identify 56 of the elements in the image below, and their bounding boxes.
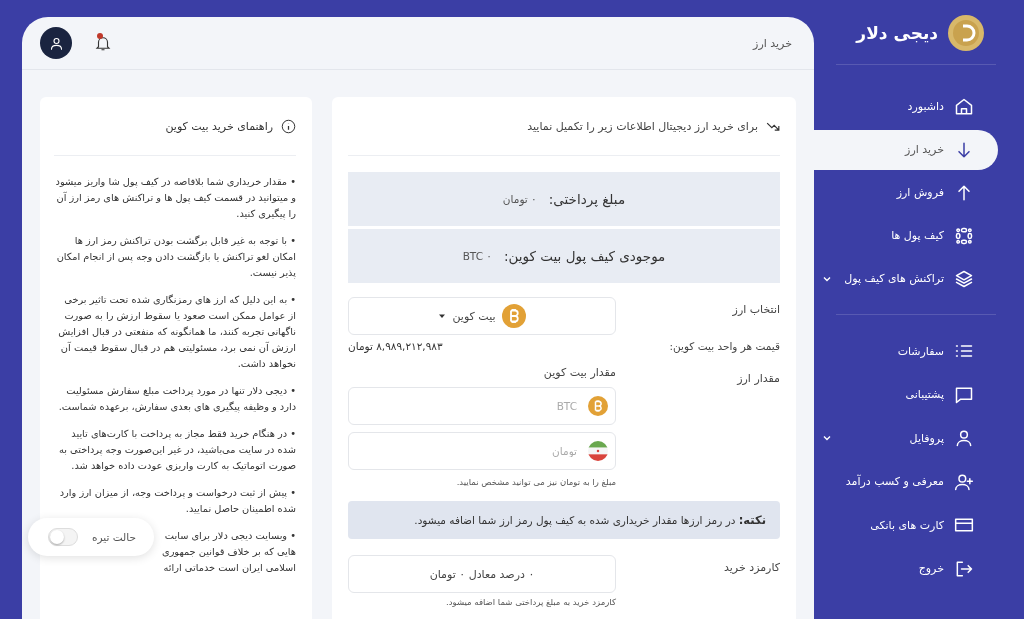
price-label: قیمت هر واحد بیت کوین:	[669, 340, 780, 352]
home-icon	[954, 96, 974, 117]
summary-value: ۰ تومان	[502, 193, 537, 205]
sidebar-item[interactable]: خروج	[814, 548, 998, 589]
sidebar-item[interactable]: معرفی و کسب درآمد	[814, 461, 998, 502]
bell-icon	[94, 34, 112, 52]
sidebar-item[interactable]: خرید ارز	[814, 129, 998, 170]
field-label: مقدار ارز	[735, 371, 780, 387]
info-icon	[281, 118, 296, 134]
grid-dots-icon	[954, 225, 974, 246]
coin-logo-icon	[948, 15, 984, 51]
summary-label: مبلغ پرداختی:	[548, 191, 626, 207]
notification-bell[interactable]	[94, 34, 112, 52]
field-label: انتخاب ارز	[731, 302, 780, 318]
amount-field[interactable]: BTC	[348, 387, 616, 425]
sidebar-item[interactable]: فروش ارز	[814, 172, 998, 213]
page-title: خرید ارز	[751, 36, 792, 50]
help-paragraph: • به این دلیل که ارز های رمزنگاری شده تحت تاثیر برخی از عوامل ممکن است صعود یا سقوط ارزش را به صورت ناگهانی تجربه کنند، ما همانگونه که منفعتی در قبال افزایش ارزش آن نمی برد، مسئولیتی هم در قبال سقوط قیمت آن نخواهد داشت.	[57, 293, 296, 371]
dark-mode-label: حالت تیره	[92, 531, 136, 543]
help-title: راهنمای خرید بیت کوین	[165, 119, 273, 133]
avatar-button[interactable]	[40, 27, 72, 59]
sidebar-item[interactable]: کارت های بانکی	[814, 505, 998, 545]
user-icon	[954, 428, 974, 448]
hint-text: کارمزد خرید به مبلغ پرداختی شما اضافه میشود.	[445, 597, 616, 607]
help-paragraph: • مقدار خریداری شما بلافاصه در کیف پول شا واریز میشود و میتوانید در قسمت کیف پول ها و تراکنش های رمز ارز آن را پیگیری کنید.	[54, 175, 296, 222]
layers-icon	[954, 268, 974, 289]
bitcoin-icon	[588, 396, 608, 416]
hint-text: مبلغ را به تومان نیز می توانید مشخص نمایید.	[455, 477, 616, 487]
bitcoin-icon	[501, 304, 526, 328]
price-value: ۸,۹۸۹,۲۱۲,۹۸۳ تومان	[348, 340, 443, 352]
dark-mode-switch[interactable]	[48, 528, 78, 546]
help-paragraph: • با توجه به غیر قابل برگشت بودن تراکنش رمز ارز ها امکان لغو تراکنش یا بازگشت دادن وجه پس از انجام امکان پذیر نیست.	[55, 234, 296, 281]
currency-dropdown[interactable]: بیت کوین	[348, 297, 616, 335]
help-paragraph: • دیجی دلار تنها در مورد پرداخت مبلغ سفارش مسئولیت دارد و وظیفه پیگیری های بعدی سفارش، برعهده شماست.	[57, 384, 296, 415]
field-label: کارمزد خرید	[723, 560, 780, 576]
amount-field[interactable]: تومان	[348, 432, 616, 470]
summary-value: ۰ BTC	[462, 250, 492, 262]
fee-field: ۰ درصد معادل ۰ تومان	[348, 555, 616, 593]
chat-icon	[954, 384, 974, 405]
summary-label: موجودی کیف پول بیت کوین:	[504, 248, 666, 264]
help-paragraph: • پیش از ثبت درخواست و پرداخت وجه، از میزان ارز وارد شده اطمینان حاصل نمایید.	[58, 486, 296, 516]
sidebar-item[interactable]: پشتیبانی	[814, 374, 998, 415]
field-sublabel: مقدار بیت کوین	[542, 366, 616, 379]
help-paragraph: • وبسایت دیجی دلار برای سایت هایی که بر خلاف قوانین جمهوری اسلامی ایران است خدماتی ارائه	[160, 529, 296, 575]
sidebar-item[interactable]: پروفایل	[814, 418, 998, 458]
note-text: نکته: در رمز ارزها مقدار خریداری شده به کیف پول رمز ارز شما اضافه میشود.	[348, 501, 780, 539]
sidebar-item[interactable]: داشبورد	[814, 86, 998, 127]
flag-icon	[588, 441, 608, 461]
sidebar-item[interactable]: تراکنش های کیف پول	[814, 258, 998, 299]
intro-text: برای خرید ارز دیجیتال اطلاعات زیر را تکمیل نمایید	[527, 119, 758, 133]
caret-icon	[438, 312, 447, 320]
user-icon	[48, 35, 64, 51]
sidebar-item[interactable]: کیف پول ها	[814, 215, 998, 256]
help-paragraph: • در هنگام خرید فقط مجاز به پرداخت با کارت‌های تایید شده در سایت می‌باشید، در غیر این‌صورت وجه پرداختی به صورت اتوماتیک به کارت واریزی عودت داده خواهد شد.	[58, 427, 296, 473]
sidebar-item[interactable]: سفارشات	[814, 331, 998, 371]
logo-text: دیجی دلار	[856, 23, 938, 43]
